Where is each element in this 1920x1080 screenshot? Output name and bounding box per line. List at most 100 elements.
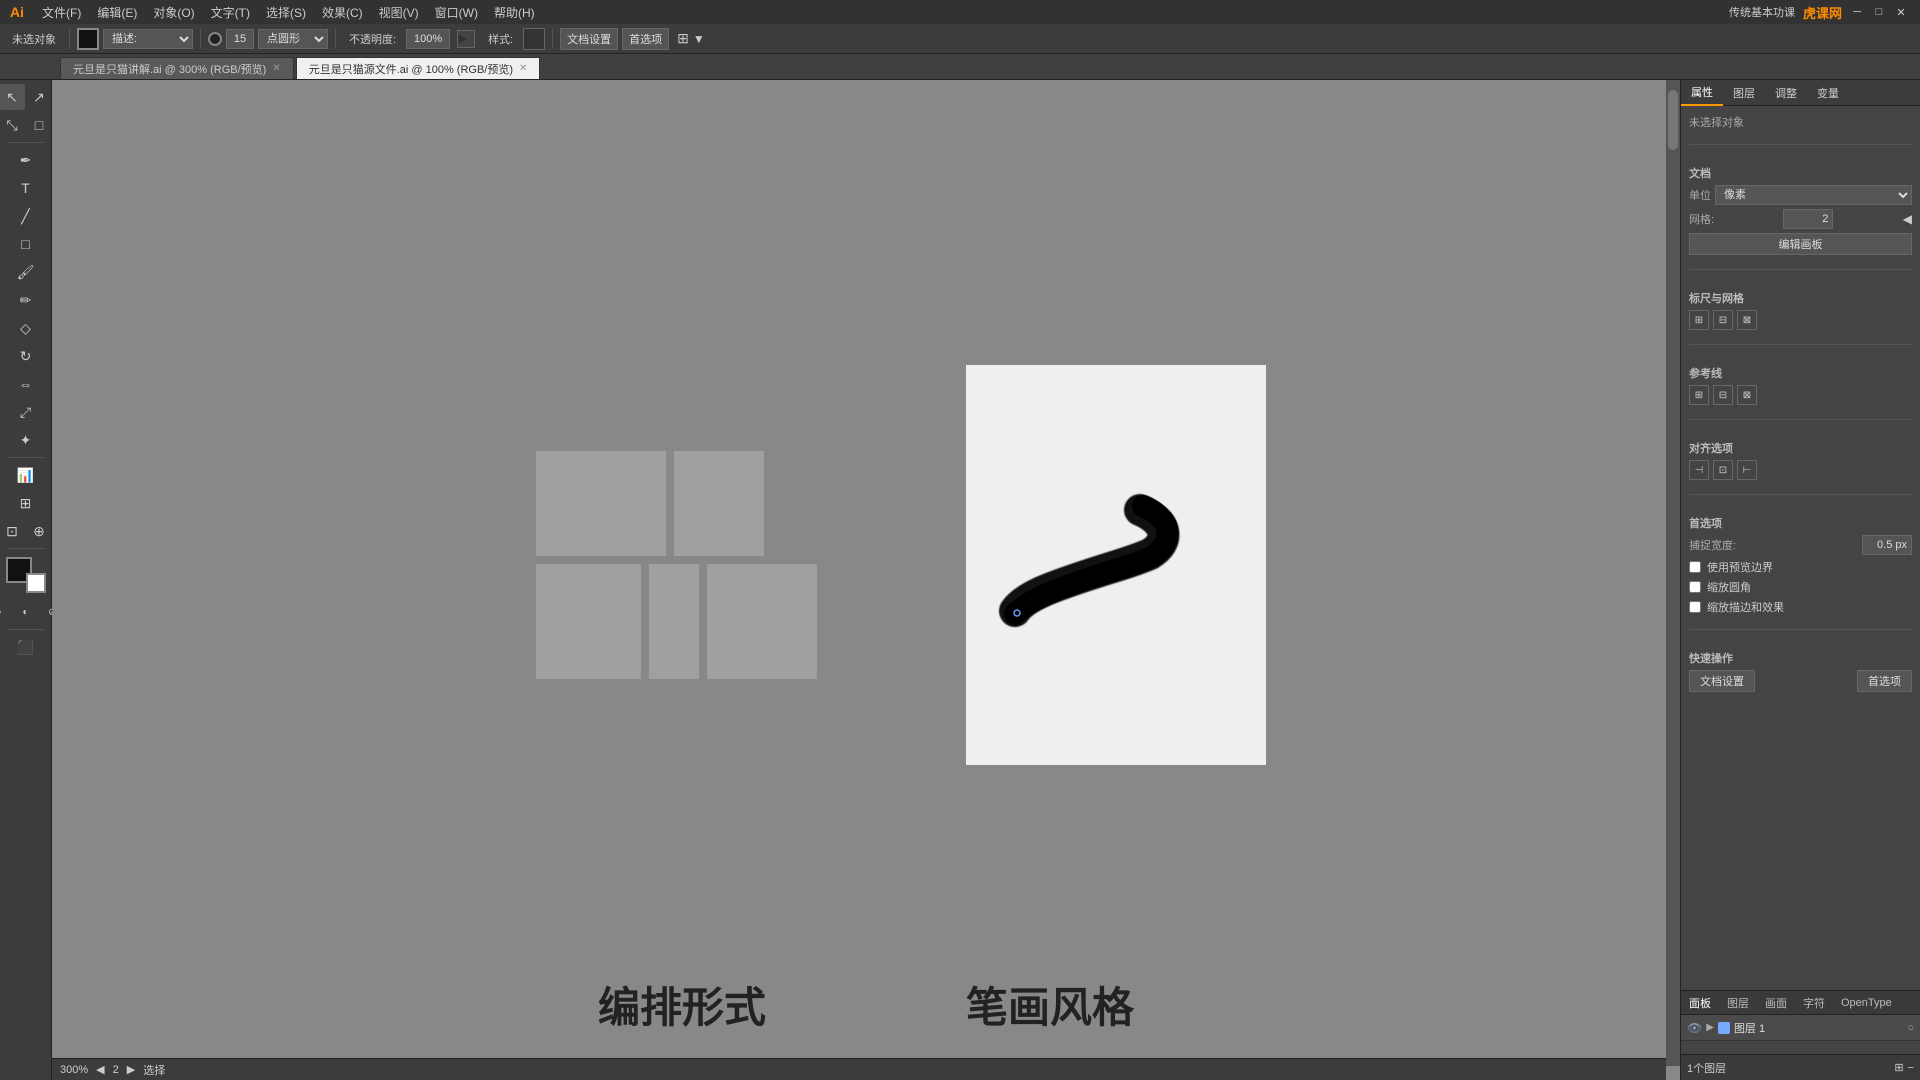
- puppet-tool[interactable]: ✦: [13, 427, 39, 453]
- tab-1[interactable]: 元旦是只猫源文件.ai @ 100% (RGB/预览) ✕: [296, 57, 541, 79]
- layer-count: 1个图层: [1687, 1060, 1726, 1076]
- stroke-shape-select[interactable]: 点圆形: [258, 29, 328, 49]
- maximize-button[interactable]: □: [1872, 5, 1886, 19]
- stroke-color-swatch[interactable]: [77, 28, 99, 50]
- align-icon-2[interactable]: ⊡: [1713, 460, 1733, 480]
- warp-tool[interactable]: ⤡: [0, 112, 25, 138]
- menu-window[interactable]: 窗口(W): [427, 0, 486, 24]
- menu-file[interactable]: 文件(F): [34, 0, 89, 24]
- layer-1-row[interactable]: 👁 ▶ 图层 1 ○: [1681, 1015, 1920, 1041]
- tab-0[interactable]: 元旦是只猫讲解.ai @ 300% (RGB/预览) ✕: [60, 57, 294, 79]
- bottom-nav-prev[interactable]: ◀: [96, 1063, 104, 1076]
- bottom-nav-next[interactable]: ▶: [127, 1063, 135, 1076]
- slice-tool[interactable]: ⊡: [0, 518, 25, 544]
- menu-object[interactable]: 对象(O): [145, 0, 202, 24]
- sep-rulers: [1689, 269, 1912, 270]
- rpanel-tab-layers[interactable]: 图层: [1723, 80, 1765, 106]
- gradient-mode-btn[interactable]: ◐: [13, 599, 39, 625]
- ref-icon-1[interactable]: ⊞: [1689, 385, 1709, 405]
- eraser-tool[interactable]: ◇: [13, 315, 39, 341]
- color-boxes[interactable]: [6, 557, 46, 593]
- menu-select[interactable]: 选择(S): [258, 0, 314, 24]
- unit-select[interactable]: 像素: [1715, 185, 1912, 205]
- background-color[interactable]: [26, 573, 46, 593]
- direct-select-tool[interactable]: ↗: [26, 84, 52, 110]
- artboard-left: [466, 355, 886, 775]
- opacity-arrow[interactable]: ▶: [457, 30, 475, 48]
- type-tool[interactable]: T: [13, 175, 39, 201]
- unit-row: 单位 像素: [1689, 185, 1912, 205]
- select-tool[interactable]: ↖: [0, 84, 25, 110]
- scale-tool[interactable]: ⤢: [13, 399, 39, 425]
- artboard-remove-icon[interactable]: −: [1908, 1062, 1914, 1074]
- label-brush-style: 笔画风格: [966, 974, 1134, 1035]
- artboard-add-icon[interactable]: ⊞: [1894, 1061, 1903, 1074]
- layer-tab-layers[interactable]: 图层: [1719, 991, 1757, 1015]
- sep-align: [1689, 419, 1912, 420]
- style-swatch[interactable]: [523, 28, 545, 50]
- layer-tab-canvas[interactable]: 画面: [1757, 991, 1795, 1015]
- layer-tab-opentype[interactable]: OpenType: [1833, 991, 1900, 1015]
- layer-tab-panel[interactable]: 面板: [1681, 991, 1719, 1015]
- zoom-tool[interactable]: ⊕: [26, 518, 52, 544]
- snap-label: 捕捉宽度:: [1689, 537, 1736, 553]
- layer-visibility-icon[interactable]: 👁: [1687, 1021, 1702, 1035]
- menu-view[interactable]: 视图(V): [371, 0, 427, 24]
- selection-title: 首选项: [1689, 515, 1912, 531]
- ref-icon-2[interactable]: ⊟: [1713, 385, 1733, 405]
- tab-0-close[interactable]: ✕: [272, 63, 280, 74]
- edit-artboard-button[interactable]: 编辑画板: [1689, 233, 1912, 255]
- menu-edit[interactable]: 编辑(E): [89, 0, 145, 24]
- menu-help[interactable]: 帮助(H): [486, 0, 543, 24]
- grid-input[interactable]: [1783, 209, 1833, 229]
- preferences-button[interactable]: 首选项: [622, 28, 669, 50]
- vertical-scrollbar[interactable]: [1666, 80, 1680, 1066]
- right-panel-content: 未选择对象 文档 单位 像素 网格: ◀ 编辑画板: [1681, 106, 1920, 700]
- ruler-icon-1[interactable]: ⊞: [1689, 310, 1709, 330]
- close-button[interactable]: ✕: [1894, 5, 1908, 19]
- layer-tab-char[interactable]: 字符: [1795, 991, 1833, 1015]
- toolbar-more-icon[interactable]: ▼: [693, 32, 705, 46]
- brush-type-select[interactable]: 描述:: [103, 29, 193, 49]
- color-mode-btn[interactable]: ●: [0, 599, 12, 625]
- page-tool[interactable]: □: [26, 112, 52, 138]
- reflect-tool[interactable]: ⇔: [13, 371, 39, 397]
- menu-text[interactable]: 文字(T): [203, 0, 258, 24]
- ref-icon-3[interactable]: ⊠: [1737, 385, 1757, 405]
- menu-effect[interactable]: 效果(C): [314, 0, 371, 24]
- stroke-size-input[interactable]: [226, 29, 254, 49]
- page-num: 2: [113, 1064, 119, 1076]
- paintbrush-tool[interactable]: 🖌: [13, 259, 39, 285]
- rpanel-tab-vars[interactable]: 变量: [1807, 80, 1849, 106]
- rpanel-tab-adjust[interactable]: 调整: [1765, 80, 1807, 106]
- ruler-icon-3[interactable]: ⊠: [1737, 310, 1757, 330]
- pen-tool[interactable]: ✒: [13, 147, 39, 173]
- doc-settings-button[interactable]: 文档设置: [560, 28, 618, 50]
- grid-arrow[interactable]: ◀: [1903, 212, 1912, 226]
- align-icon-3[interactable]: ⊢: [1737, 460, 1757, 480]
- tab-1-close[interactable]: ✕: [519, 63, 527, 74]
- use-preview-checkbox[interactable]: [1689, 561, 1701, 573]
- toolbar-arrow-icon[interactable]: ⊞: [677, 30, 689, 47]
- snap-input[interactable]: [1862, 535, 1912, 555]
- align-icon-1[interactable]: ⊣: [1689, 460, 1709, 480]
- screen-mode-btn[interactable]: ⬛: [13, 634, 39, 660]
- graph-tool[interactable]: 📊: [13, 462, 39, 488]
- quick-prefs-button[interactable]: 首选项: [1857, 670, 1912, 692]
- rotate-tool[interactable]: ↻: [13, 343, 39, 369]
- layer-lock-icon[interactable]: ○: [1907, 1022, 1914, 1034]
- quick-doc-settings-button[interactable]: 文档设置: [1689, 670, 1755, 692]
- minimize-button[interactable]: ─: [1850, 5, 1864, 19]
- main-layout: ↖ ↗ ⤡ □ ✒ T ╱ □ 🖌 ✏ ◇ ↻ ⇔ ⤢ ✦ 📊 ⊞ ⊡ ⊕: [0, 80, 1920, 1080]
- canvas-area[interactable]: 编排形式 笔画风格 300% ◀ 2 ▶ 选择: [52, 80, 1680, 1080]
- rect-tool[interactable]: □: [13, 231, 39, 257]
- rpanel-tab-props[interactable]: 属性: [1681, 80, 1723, 106]
- layer-expand-icon[interactable]: ▶: [1706, 1022, 1714, 1033]
- scale-corners-checkbox[interactable]: [1689, 581, 1701, 593]
- scale-stroke-checkbox[interactable]: [1689, 601, 1701, 613]
- pencil-tool[interactable]: ✏: [13, 287, 39, 313]
- ruler-icon-2[interactable]: ⊟: [1713, 310, 1733, 330]
- opacity-input[interactable]: [406, 29, 450, 49]
- line-tool[interactable]: ╱: [13, 203, 39, 229]
- artboard-tool[interactable]: ⊞: [13, 490, 39, 516]
